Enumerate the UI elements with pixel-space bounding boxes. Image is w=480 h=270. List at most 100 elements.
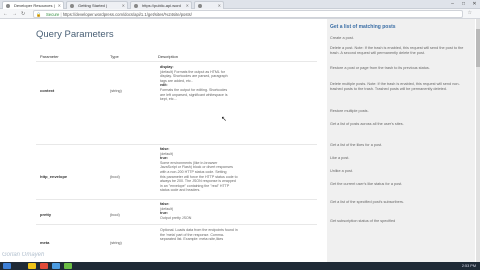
tab-label: https://public-api.word — [142, 3, 181, 8]
desc-line: (default) — [160, 151, 174, 156]
sidebar-heading[interactable]: Get a list of matching posts — [330, 24, 396, 30]
scrollbar[interactable] — [476, 19, 480, 262]
window-controls: – □ ✕ — [447, 0, 480, 9]
desc-line: false: — [160, 202, 170, 206]
back-icon[interactable]: ← — [3, 10, 8, 18]
desc-line: with a non-200 HTTP status code. Setting — [160, 169, 227, 174]
scrollbar-thumb[interactable] — [476, 29, 480, 67]
tab-public-api[interactable]: https://public-api.word ✕ — [130, 1, 192, 9]
param-type: (bool) — [110, 213, 120, 217]
sidebar-item[interactable]: Get a list of the likes for a post. — [330, 143, 470, 148]
desc-line: this parameter will force the HTTP statu… — [160, 174, 238, 179]
desc-line: display: — [160, 65, 174, 69]
app-icon[interactable] — [52, 263, 60, 269]
param-name: http_envelope — [40, 174, 68, 179]
desc-line: Optional. Loads data from the endpoints … — [160, 228, 238, 232]
sidebar-item[interactable]: Restore a post or page from the trash to… — [330, 66, 470, 71]
desc-line: are left unparsed, significant whitespac… — [160, 92, 228, 97]
tab-getting-started[interactable]: Getting Started | ✕ — [66, 1, 128, 9]
reload-icon[interactable]: ↻ — [21, 10, 25, 18]
taskbar: 2:53 PM — [0, 262, 480, 270]
endpoint-sidebar: Get a list of matching posts Create a po… — [327, 19, 475, 262]
param-description: false: (default) true: Some environments… — [160, 147, 280, 193]
param-name: meta — [40, 240, 50, 245]
page-content: Query Parameters Parameter Type Descript… — [0, 19, 480, 262]
desc-line: true: — [160, 156, 168, 161]
sidebar-item[interactable]: Delete a post. Note: If the trash is ena… — [330, 46, 470, 56]
forward-icon[interactable]: → — [12, 10, 17, 18]
desc-line: Some environments (like in-browser — [160, 160, 218, 165]
sidebar-item[interactable]: Delete multiple posts. Note: If the tras… — [330, 82, 470, 92]
sidebar-item[interactable]: Restore multiple posts. — [330, 109, 470, 114]
divider — [36, 224, 317, 225]
page-title: Query Parameters — [36, 29, 114, 40]
header-parameter: Parameter — [40, 54, 59, 59]
tab-favicon-icon — [198, 4, 202, 8]
divider — [36, 144, 317, 145]
sidebar-item[interactable]: Get subscription status of the specified — [330, 219, 470, 224]
secure-label: Secure — [46, 12, 60, 17]
param-description: false: (default) true: Output pretty JSO… — [160, 202, 278, 220]
url-field[interactable]: 🔒 Secure | https://developer.wordpress.c… — [33, 10, 463, 18]
param-description: display: (default) Formats the output as… — [160, 65, 278, 102]
close-icon[interactable]: ✕ — [218, 2, 221, 9]
close-window-icon[interactable]: ✕ — [469, 0, 480, 9]
bookmark-star-icon[interactable]: ☆ — [468, 10, 472, 16]
watermark-text: Gorlan Omayeh — [2, 252, 45, 258]
desc-line: display. Shortcodes are parsed, paragrap… — [160, 74, 228, 79]
desc-line: (default) — [160, 206, 174, 211]
desc-line: edit: — [160, 83, 168, 88]
param-name: pretty — [40, 212, 52, 217]
sidebar-item[interactable]: Get a list of the specified post's subsc… — [330, 200, 470, 205]
divider — [36, 61, 317, 62]
minimize-icon[interactable]: – — [447, 0, 458, 9]
start-icon[interactable] — [3, 263, 11, 269]
desc-line: always be 200. The JSON response is wrap… — [160, 179, 236, 184]
param-name: context — [40, 88, 55, 93]
clock: 2:53 PM — [461, 264, 476, 268]
header-description: Description — [158, 54, 179, 59]
sidebar-item[interactable]: Like a post. — [330, 156, 470, 161]
sidebar-item[interactable]: Get a list of posts across all the user'… — [330, 122, 470, 127]
explorer-icon[interactable] — [28, 263, 36, 269]
desc-line: kept, etc... — [160, 97, 177, 102]
tab-label: Developer Resources | — [14, 3, 55, 8]
close-icon[interactable]: ✕ — [122, 2, 125, 9]
maximize-icon[interactable]: □ — [458, 0, 469, 9]
app-icon[interactable] — [64, 263, 72, 269]
desc-line: (default) Formats the output as HTML for — [160, 69, 225, 74]
divider — [36, 199, 317, 200]
sidebar-item[interactable]: Unlike a post. — [330, 169, 470, 174]
desc-line: Formats the output for editing. Shortcod… — [160, 87, 228, 92]
header-type: Type — [110, 54, 119, 59]
desc-line: false: — [160, 147, 170, 151]
mouse-cursor-icon: ↖ — [221, 116, 227, 123]
desc-line: tags are added, etc.. — [160, 78, 193, 83]
tab-developer-resources[interactable]: Developer Resources | ✕ — [2, 1, 64, 9]
close-icon[interactable]: ✕ — [58, 2, 61, 9]
param-description: Optional. Loads data from the endpoints … — [160, 228, 282, 242]
desc-line: separated list. Example: meta=site,likes — [160, 237, 224, 242]
url-text: https://developer.wordpress.com/docs/api… — [62, 12, 192, 17]
desc-line: the 'meta' part of the response. Comma- — [160, 232, 225, 237]
tab-favicon-icon — [70, 4, 74, 8]
tab-favicon-icon — [134, 4, 138, 8]
close-icon[interactable]: ✕ — [186, 2, 189, 9]
tab-blank[interactable]: ✕ — [194, 1, 224, 9]
param-type: (string) — [110, 241, 122, 245]
desc-line: status code and headers. — [160, 188, 201, 193]
sidebar-item[interactable]: Create a post. — [330, 36, 470, 41]
desc-line: JavaScript or Flash) block or divert res… — [160, 165, 233, 170]
secure-lock-icon: 🔒 — [36, 12, 42, 17]
chrome-icon[interactable] — [40, 263, 48, 269]
desc-line: Output pretty JSON — [160, 215, 192, 220]
param-type: (string) — [110, 89, 122, 93]
desc-line: in an "envelope" containing the "real" H… — [160, 183, 230, 188]
tab-bar: Developer Resources | ✕ Getting Started |… — [0, 0, 480, 9]
tab-favicon-icon — [6, 4, 10, 8]
address-bar: ← → ↻ 🔒 Secure | https://developer.wordp… — [0, 9, 480, 19]
tab-label: Getting Started | — [78, 3, 108, 8]
sidebar-item[interactable]: Get the current user's like status for a… — [330, 182, 470, 187]
param-type: (bool) — [110, 175, 120, 179]
desc-line: true: — [160, 211, 168, 216]
